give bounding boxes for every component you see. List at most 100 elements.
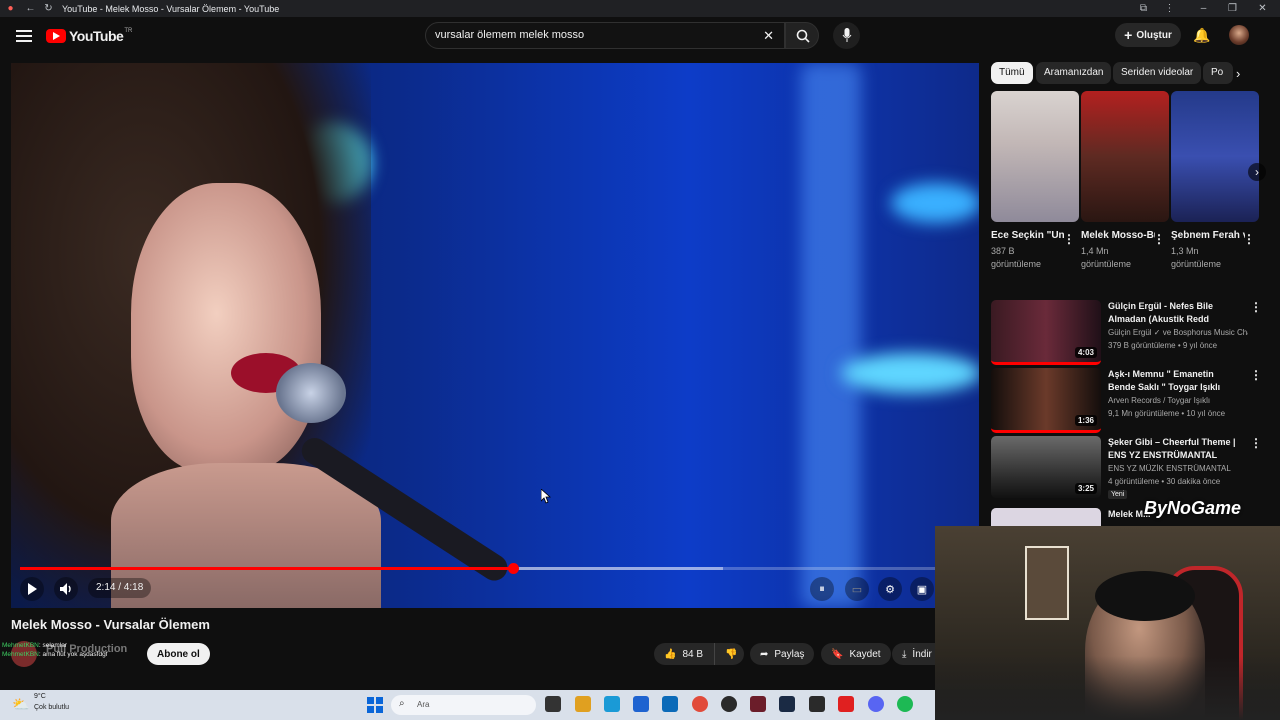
voice-search-button[interactable]: [833, 22, 860, 49]
short-card[interactable]: Melek Mosso-Bu ... 1,4 Mngörüntüleme ⋮: [1081, 91, 1169, 271]
minimize-icon[interactable]: –: [1197, 2, 1210, 15]
menu-icon[interactable]: [16, 29, 32, 46]
more-options-icon[interactable]: ⋮: [1250, 368, 1262, 382]
miniplayer-button[interactable]: ▣: [910, 577, 934, 601]
chip-series[interactable]: Seriden videolar: [1113, 62, 1202, 84]
task-view-icon[interactable]: [545, 696, 561, 712]
more-options-icon[interactable]: ⋮: [1250, 436, 1262, 450]
video-title[interactable]: Aşk-ı Memnu " Emanetin Bende Saklı " Toy…: [1108, 368, 1238, 394]
chips-next-icon[interactable]: ›: [1236, 66, 1240, 81]
download-button[interactable]: ⤓ İndir: [892, 643, 935, 665]
subtitles-button[interactable]: ▭: [845, 577, 869, 601]
chat-message: MehmetKBN: selamlar: [2, 642, 68, 649]
gear-icon: ⚙: [885, 583, 895, 596]
close-window-icon[interactable]: ✕: [1256, 2, 1269, 15]
more-options-icon[interactable]: ⋮: [1250, 300, 1262, 314]
youtube-taskbar-icon[interactable]: [838, 696, 854, 712]
back-icon[interactable]: ←: [24, 2, 37, 15]
video-thumbnail[interactable]: 3:25: [991, 436, 1101, 498]
like-count: 84 B: [682, 648, 704, 660]
discord-icon[interactable]: [868, 696, 884, 712]
video-player[interactable]: 2:14 / 4:18 ⏸ ▭ ⚙ ▣: [11, 63, 979, 608]
video-title: Melek Mosso - Vursalar Ölemem: [11, 617, 210, 632]
video-meta: 4 görüntüleme • 30 dakika önce: [1108, 477, 1221, 486]
extensions-icon[interactable]: ⧉: [1137, 2, 1150, 15]
microphone-icon: [842, 28, 852, 42]
chip-all[interactable]: Tümü: [991, 62, 1033, 84]
weather-temp: 9°C: [34, 693, 46, 700]
browser-menu-icon[interactable]: ⋮: [1163, 2, 1176, 15]
short-thumbnail[interactable]: [991, 91, 1079, 222]
share-button[interactable]: ➦ Paylaş: [750, 643, 815, 665]
stream-watermark: ByNoGame: [1144, 498, 1242, 518]
more-options-icon[interactable]: ⋮: [1243, 232, 1255, 246]
maximize-icon[interactable]: ❐: [1226, 2, 1239, 15]
chrome-icon[interactable]: [692, 696, 708, 712]
channel-name[interactable]: Arven Records / Toygar Işıklı: [1108, 396, 1248, 405]
played-bar: [20, 567, 514, 570]
desk: [935, 656, 1280, 720]
short-thumbnail[interactable]: [1171, 91, 1259, 222]
window-icon: ●: [7, 3, 14, 14]
short-card[interactable]: Şebnem Ferah ve ... 1,3 Mngörüntüleme ⋮: [1171, 91, 1259, 271]
channel-name[interactable]: Gülçin Ergül ✓ ve Bosphorus Music Cha...: [1108, 328, 1248, 337]
search-query: vursalar ölemem melek mosso: [435, 29, 585, 41]
avatar[interactable]: [1229, 25, 1249, 45]
save-button[interactable]: 🔖 Kaydet: [821, 643, 891, 665]
list-item[interactable]: 4:03 Gülçin Ergül - Nefes Bile Almadan (…: [991, 300, 1262, 365]
video-thumbnail[interactable]: 4:03: [991, 300, 1101, 365]
short-views: 1,3 Mn görüntüleme: [1171, 246, 1222, 269]
dislike-button[interactable]: 👎: [714, 643, 744, 665]
steam-icon[interactable]: [779, 696, 795, 712]
youtube-logo[interactable]: YouTube TR: [46, 28, 132, 44]
like-button[interactable]: 👍 84 B: [654, 643, 714, 665]
settings-button[interactable]: ⚙: [878, 577, 902, 601]
short-title[interactable]: Şebnem Ferah ve ...: [1171, 229, 1245, 242]
video-title[interactable]: Şeker Gibi – Cheerful Theme | ENS YZ ENS…: [1108, 436, 1238, 462]
store-icon[interactable]: [633, 696, 649, 712]
short-card[interactable]: Ece Seçkin "Unutursun ... 387 Bgörüntüle…: [991, 91, 1079, 271]
pause-toggle-button[interactable]: ⏸: [810, 577, 834, 601]
download-icon: ⤓: [902, 648, 907, 660]
app-icon[interactable]: [750, 696, 766, 712]
volume-button[interactable]: [54, 577, 78, 601]
bookmark-icon: 🔖: [831, 648, 844, 660]
notifications-bell-icon[interactable]: 🔔: [1193, 27, 1210, 44]
clear-search-icon[interactable]: ✕: [763, 28, 774, 44]
file-explorer-icon[interactable]: [575, 696, 591, 712]
subscribe-button[interactable]: Abone ol: [147, 643, 210, 665]
microphone-head: [276, 363, 346, 423]
play-button[interactable]: [20, 577, 44, 601]
mail-icon[interactable]: [662, 696, 678, 712]
shorts-next-icon[interactable]: ›: [1248, 163, 1266, 181]
list-item[interactable]: 3:25 Şeker Gibi – Cheerful Theme | ENS Y…: [991, 436, 1262, 499]
video-thumbnail[interactable]: 1:36: [991, 368, 1101, 433]
app-icon[interactable]: [809, 696, 825, 712]
search-icon: [796, 29, 810, 43]
video-thumbnail[interactable]: [991, 508, 1101, 526]
search-button[interactable]: [785, 22, 819, 49]
start-icon[interactable]: [367, 697, 383, 713]
spotify-icon[interactable]: [897, 696, 913, 712]
channel-name[interactable]: ENS YZ MÜZİK ENSTRÜMANTAL: [1108, 464, 1248, 473]
video-meta: 9,1 Mn görüntüleme • 10 yıl önce: [1108, 409, 1226, 418]
scrubber-handle[interactable]: [508, 563, 520, 574]
short-thumbnail[interactable]: [1081, 91, 1169, 222]
create-button[interactable]: + Oluştur: [1115, 23, 1181, 47]
short-title[interactable]: Melek Mosso-Bu ...: [1081, 229, 1155, 242]
progress-bar[interactable]: [20, 563, 970, 574]
chip-from-search[interactable]: Aramanızdan: [1036, 62, 1112, 84]
short-title[interactable]: Ece Seçkin "Unutursun ...: [991, 229, 1065, 242]
list-item[interactable]: 1:36 Aşk-ı Memnu " Emanetin Bende Saklı …: [991, 368, 1262, 433]
stage-light: [841, 353, 979, 393]
video-title[interactable]: Gülçin Ergül - Nefes Bile Almadan (Akust…: [1108, 300, 1238, 326]
reload-icon[interactable]: ↻: [42, 2, 55, 15]
weather-icon: ⛅: [12, 696, 30, 712]
chip-more[interactable]: Po: [1203, 62, 1233, 84]
more-options-icon[interactable]: ⋮: [1063, 232, 1075, 246]
search-input[interactable]: vursalar ölemem melek mosso ✕: [425, 22, 785, 49]
obs-icon[interactable]: [721, 696, 737, 712]
more-options-icon[interactable]: ⋮: [1153, 232, 1165, 246]
taskbar-search-input[interactable]: ⌕ Ara: [391, 695, 536, 715]
edge-icon[interactable]: [604, 696, 620, 712]
